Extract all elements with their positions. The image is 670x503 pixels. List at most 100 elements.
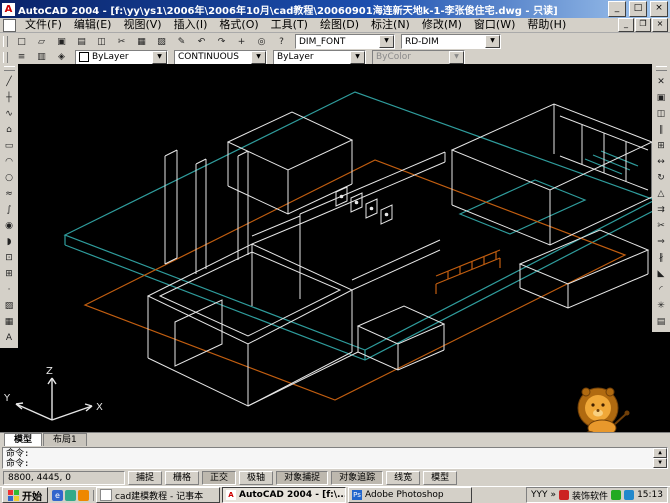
menu-item[interactable]: 插入(I) <box>168 18 214 32</box>
mdi-restore-button[interactable]: ❐ <box>635 18 651 32</box>
lion-mascot[interactable] <box>577 387 630 438</box>
chevron-down-icon[interactable]: ▼ <box>379 35 394 48</box>
plot-style-combo[interactable]: ByColor ▼ <box>372 49 465 65</box>
extend-icon[interactable]: ⇒ <box>652 234 670 250</box>
menu-item[interactable]: 帮助(H) <box>521 18 572 32</box>
text-style-combo[interactable]: DIM_FONT ▼ <box>295 34 395 49</box>
chevron-down-icon[interactable]: ▼ <box>251 50 266 64</box>
desktop-icon[interactable] <box>65 489 76 501</box>
save-icon[interactable]: ▣ <box>52 33 71 50</box>
construction-line-icon[interactable]: ┼ <box>0 90 18 106</box>
move-icon[interactable]: ↔ <box>652 154 670 170</box>
polyline-icon[interactable]: ∿ <box>0 106 18 122</box>
point-icon[interactable]: · <box>0 282 18 298</box>
help-icon[interactable]: ? <box>272 33 291 50</box>
menu-item[interactable]: 窗口(W) <box>468 18 521 32</box>
ellipse-icon[interactable]: ◉ <box>0 218 18 234</box>
minimize-button[interactable]: _ <box>608 1 626 17</box>
menu-item[interactable]: 文件(F) <box>19 18 68 32</box>
menu-item[interactable]: 修改(M) <box>416 18 468 32</box>
hatch-icon[interactable]: ▨ <box>0 298 18 314</box>
task-button[interactable]: cad建模教程 - 记事本 <box>96 487 220 503</box>
scroll-up-icon[interactable]: ▲ <box>653 448 667 458</box>
layout-tab[interactable]: 布局1 <box>43 433 87 446</box>
ellipse-arc-icon[interactable]: ◗ <box>0 234 18 250</box>
chevron-down-icon[interactable]: ▼ <box>350 50 365 64</box>
spline-icon[interactable]: ∫ <box>0 202 18 218</box>
menu-item[interactable]: 编辑(E) <box>68 18 118 32</box>
toolbar-grip[interactable] <box>655 66 667 71</box>
offset-icon[interactable]: ∥ <box>652 122 670 138</box>
arc-icon[interactable]: ◠ <box>0 154 18 170</box>
status-toggle-button[interactable]: 捕捉 <box>128 471 163 485</box>
mirror-icon[interactable]: ◫ <box>652 106 670 122</box>
line-icon[interactable]: ╱ <box>0 74 18 90</box>
toolbar-grip[interactable] <box>3 36 8 47</box>
language-indicator[interactable]: YYY <box>531 490 548 500</box>
print-icon[interactable]: ▤ <box>72 33 91 50</box>
volume-icon[interactable] <box>624 490 635 500</box>
new-icon[interactable]: □ <box>12 33 31 50</box>
linetype-combo[interactable]: CONTINUOUS ▼ <box>174 49 267 65</box>
maximize-button[interactable]: □ <box>629 1 647 17</box>
task-button[interactable]: A AutoCAD 2004 - [f:\... <box>222 487 346 503</box>
stretch-icon[interactable]: ⇉ <box>652 202 670 218</box>
cut-icon[interactable]: ✂ <box>112 33 131 50</box>
mdi-close-button[interactable]: × <box>652 18 668 32</box>
rectangle-icon[interactable]: ▭ <box>0 138 18 154</box>
polygon-icon[interactable]: ⌂ <box>0 122 18 138</box>
break-icon[interactable]: ∦ <box>652 250 670 266</box>
circle-icon[interactable]: ○ <box>0 170 18 186</box>
status-toggle-button[interactable]: 模型 <box>423 471 458 485</box>
copy-clip-icon[interactable]: ▦ <box>132 33 151 50</box>
paste-icon[interactable]: ▨ <box>152 33 171 50</box>
coordinate-readout[interactable]: 8800, 4445, 0 <box>3 471 125 485</box>
menu-item[interactable]: 绘图(D) <box>314 18 365 32</box>
menu-item[interactable]: 视图(V) <box>117 18 167 32</box>
lineweight-combo[interactable]: ByLayer ▼ <box>273 49 366 65</box>
media-player-icon[interactable] <box>78 489 89 501</box>
chamfer-icon[interactable]: ◣ <box>652 266 670 282</box>
multiline-text-icon[interactable]: A <box>0 330 18 346</box>
mdi-minimize-button[interactable]: _ <box>618 18 634 32</box>
menu-item[interactable]: 标注(N) <box>365 18 416 32</box>
antivirus-icon[interactable] <box>611 490 622 500</box>
array-icon[interactable]: ⊞ <box>652 138 670 154</box>
tray-app-icon[interactable] <box>559 490 570 500</box>
toolbar-grip[interactable] <box>3 66 15 71</box>
make-layer-current-icon[interactable]: ◈ <box>52 49 71 65</box>
toolbar-grip[interactable] <box>3 51 8 63</box>
chevron-down-icon[interactable]: ▼ <box>485 35 500 48</box>
task-button[interactable]: Ps Adobe Photoshop <box>348 487 472 503</box>
revision-cloud-icon[interactable]: ≈ <box>0 186 18 202</box>
layer-states-icon[interactable]: ▥ <box>32 49 51 65</box>
ie-icon[interactable]: e <box>52 489 63 501</box>
status-toggle-button[interactable]: 线宽 <box>386 471 421 485</box>
menu-item[interactable]: 工具(T) <box>265 18 314 32</box>
layers-icon[interactable]: ≡ <box>12 49 31 65</box>
status-toggle-button[interactable]: 对象捕捉 <box>276 471 329 485</box>
command-scrollbar[interactable]: ▲ ▼ <box>653 448 667 468</box>
chevron-down-icon[interactable]: ▼ <box>152 50 167 64</box>
start-button[interactable]: 开始 <box>2 487 48 503</box>
status-toggle-button[interactable]: 极轴 <box>239 471 274 485</box>
insert-block-icon[interactable]: ⊡ <box>0 250 18 266</box>
print-preview-icon[interactable]: ◫ <box>92 33 111 50</box>
trim-icon[interactable]: ✂ <box>652 218 670 234</box>
match-properties-icon[interactable]: ✎ <box>172 33 191 50</box>
undo-icon[interactable]: ↶ <box>192 33 211 50</box>
copy-object-icon[interactable]: ▣ <box>652 90 670 106</box>
status-toggle-button[interactable]: 正交 <box>202 471 237 485</box>
fillet-icon[interactable]: ◜ <box>652 282 670 298</box>
chevron-right-icon[interactable]: » <box>551 490 557 500</box>
status-toggle-button[interactable]: 对象追踪 <box>331 471 384 485</box>
layout-tab[interactable]: 模型 <box>4 433 43 446</box>
chevron-down-icon[interactable]: ▼ <box>449 50 464 64</box>
open-icon[interactable]: ▱ <box>32 33 51 50</box>
rotate-icon[interactable]: ↻ <box>652 170 670 186</box>
explode-icon[interactable]: ✳ <box>652 298 670 314</box>
erase-icon[interactable]: ✕ <box>652 74 670 90</box>
pan-icon[interactable]: + <box>232 33 251 50</box>
menu-item[interactable]: 格式(O) <box>213 18 264 32</box>
region-icon[interactable]: ▦ <box>0 314 18 330</box>
